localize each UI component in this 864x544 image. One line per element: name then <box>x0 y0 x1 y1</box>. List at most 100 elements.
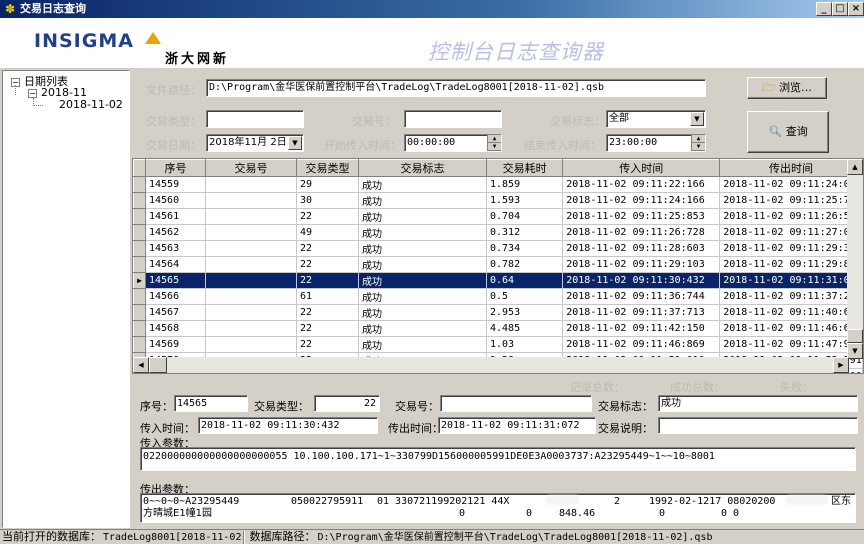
detail-trade-no-field[interactable] <box>440 395 592 412</box>
detail-desc-field[interactable] <box>658 417 858 434</box>
detail-type-field[interactable]: 22 <box>314 395 380 412</box>
column-header[interactable]: 交易类型 <box>296 159 359 177</box>
row-indicator <box>133 240 146 257</box>
table-row[interactable]: 14568 22 成功 4.485 2018-11-02 09:11:42:150 201… <box>133 320 863 337</box>
app-header: INSIGMA 浙大网新 控制台日志查询器 <box>0 18 864 68</box>
table-cell: 0.704 <box>486 208 564 225</box>
detail-trade-no-label: 交易号： <box>395 400 439 413</box>
start-time-input[interactable]: 00:00:00 ▲ ▼ <box>404 134 502 152</box>
table-cell: 14562 <box>145 224 206 241</box>
table-cell: 29 <box>296 176 359 193</box>
out-param-1: 0~~0~0~A23295449 <box>143 496 240 507</box>
detail-seq-field[interactable]: 14565 <box>174 395 248 412</box>
table-cell: 22 <box>296 320 359 337</box>
flag-select[interactable]: 全部 ▼ <box>606 110 706 128</box>
detail-in-params-field[interactable]: 022000000000000000000055 10.100.100.171~… <box>140 447 856 471</box>
table-row[interactable]: 14567 22 成功 2.953 2018-11-02 09:11:37:713 201… <box>133 304 863 321</box>
time-spinner[interactable]: ▲ ▼ <box>487 135 501 151</box>
table-cell: 22 <box>296 272 359 289</box>
table-cell: 22 <box>296 336 359 353</box>
chevron-down-icon[interactable]: ▼ <box>690 112 704 126</box>
trade-type-label: 交易类型： <box>146 115 201 128</box>
table-cell: 2018-11-02 09:11:24:025 <box>719 176 863 193</box>
table-cell: 1.859 <box>486 176 564 193</box>
table-cell: 0.734 <box>486 240 564 257</box>
table-row[interactable]: 14559 29 成功 1.859 2018-11-02 09:11:22:166 201… <box>133 176 863 193</box>
time-spinner[interactable]: ▲ ▼ <box>691 135 705 151</box>
table-row[interactable]: ▶ 14565 22 成功 0.64 2018-11-02 09:11:30:432 201… <box>133 272 863 289</box>
spin-down-icon[interactable]: ▼ <box>692 143 705 151</box>
tree-item-day[interactable]: 2018-11-02 <box>59 98 123 111</box>
table-row[interactable]: 14566 61 成功 0.5 2018-11-02 09:11:36:744 2018-… <box>133 288 863 305</box>
scroll-thumb[interactable] <box>847 329 863 343</box>
start-time-label: 开始传入时间： <box>324 139 401 152</box>
table-cell: 成功 <box>358 208 487 225</box>
detail-out-time-label: 传出时间： <box>388 422 443 435</box>
column-header[interactable]: 传入时间 <box>562 159 721 177</box>
table-row[interactable]: 14569 22 成功 1.03 2018-11-02 09:11:46:869 2018… <box>133 336 863 353</box>
minimize-button[interactable]: _ <box>816 2 832 16</box>
detail-out-params-field[interactable]: 0~~0~0~A23295449 050022795911 01 3307211… <box>140 493 856 523</box>
collapse-icon[interactable]: − <box>28 88 37 98</box>
table-row[interactable]: 14561 22 成功 0.704 2018-11-02 09:11:25:853 201… <box>133 208 863 225</box>
table-cell <box>205 288 297 305</box>
date-tree[interactable]: − 日期列表 −2018-11 2018-11-02 <box>2 70 130 528</box>
chevron-down-icon[interactable]: ▼ <box>288 136 302 150</box>
date-label: 交易日期： <box>146 139 201 152</box>
end-time-input[interactable]: 23:00:00 ▲ ▼ <box>606 134 706 152</box>
table-cell: 成功 <box>358 224 487 241</box>
out-param-11: 0 <box>659 508 666 519</box>
scroll-thumb[interactable] <box>149 357 167 373</box>
trade-log-grid[interactable]: 序号 交易号 交易类型 交易标志 交易耗时 传入时间 传出时间 14559 29 成功 1.859… <box>132 158 864 374</box>
scroll-right-icon[interactable]: ▶ <box>833 357 849 373</box>
tree-line <box>33 98 43 106</box>
close-button[interactable]: × <box>848 2 864 16</box>
table-cell: 1.593 <box>486 192 564 209</box>
flag-label: 交易标志： <box>550 115 605 128</box>
trade-no-input[interactable] <box>404 110 502 128</box>
row-indicator <box>133 192 146 209</box>
detail-in-time-field[interactable]: 2018-11-02 09:11:30:432 <box>198 417 378 434</box>
trade-log-table: 序号 交易号 交易类型 交易标志 交易耗时 传入时间 传出时间 14559 29 成功 1.859… <box>133 159 863 373</box>
column-header[interactable]: 序号 <box>145 159 206 177</box>
table-row[interactable]: 14563 22 成功 0.734 2018-11-02 09:11:28:603 201… <box>133 240 863 257</box>
table-cell: 2018-11-02 09:11:31:072 <box>719 272 863 289</box>
spin-down-icon[interactable]: ▼ <box>488 143 501 151</box>
table-row[interactable]: 14562 49 成功 0.312 2018-11-02 09:11:26:728 201… <box>133 224 863 241</box>
spin-up-icon[interactable]: ▲ <box>692 135 705 143</box>
status-db-label: 当前打开的数据库： <box>2 530 101 543</box>
spin-up-icon[interactable]: ▲ <box>488 135 501 143</box>
table-cell: 61 <box>296 288 359 305</box>
log-path-field[interactable]: D:\Program\金华医保前置控制平台\TradeLog\TradeLog8… <box>206 79 706 97</box>
scroll-left-icon[interactable]: ◀ <box>133 357 149 373</box>
vertical-scrollbar[interactable]: ▲ ▼ <box>847 159 863 359</box>
trade-type-input[interactable] <box>206 110 304 128</box>
query-button[interactable]: 🔍︎ 查询 <box>747 111 829 153</box>
table-cell: 成功 <box>358 176 487 193</box>
logo-accent-icon <box>145 32 161 44</box>
column-header[interactable]: 交易标志 <box>358 159 487 177</box>
column-header[interactable]: 交易号 <box>205 159 297 177</box>
scroll-up-icon[interactable]: ▲ <box>847 159 863 175</box>
table-cell <box>205 272 297 289</box>
scroll-down-icon[interactable]: ▼ <box>847 343 863 359</box>
row-indicator <box>133 256 146 273</box>
date-picker[interactable]: 2018年11月 2日 ▼ <box>206 134 304 152</box>
column-header[interactable]: 交易耗时 <box>485 159 564 177</box>
detail-flag-field[interactable]: 成功 <box>658 395 858 412</box>
table-row[interactable]: 14564 22 成功 0.782 2018-11-02 09:11:29:103 201… <box>133 256 863 273</box>
out-param-10: 848.46 <box>559 508 596 519</box>
table-row[interactable]: 14560 30 成功 1.593 2018-11-02 09:11:24:166 201… <box>133 192 863 209</box>
table-cell: 14565 <box>145 272 206 289</box>
browse-button[interactable]: 🗁 浏览… <box>747 77 827 99</box>
detail-panel: 序号： 14565 交易类型： 22 交易号： 交易标志： 成功 传入时间： 2… <box>132 392 864 528</box>
column-header[interactable]: 传出时间 <box>719 159 863 177</box>
redaction-mark <box>786 495 828 505</box>
grid-body: 14559 29 成功 1.859 2018-11-02 09:11:22:166 201… <box>133 176 863 373</box>
maximize-button[interactable]: □ <box>832 2 848 16</box>
status-bar: 当前打开的数据库： TradeLog8001[2018-11-02 数据库路径： D:… <box>0 529 864 544</box>
table-cell: 2018-11-02 09:11:42:150 <box>562 320 721 337</box>
table-cell: 22 <box>296 256 359 273</box>
detail-out-time-field[interactable]: 2018-11-02 09:11:31:072 <box>438 417 596 434</box>
horizontal-scrollbar[interactable]: ◀ ▶ <box>133 357 849 373</box>
